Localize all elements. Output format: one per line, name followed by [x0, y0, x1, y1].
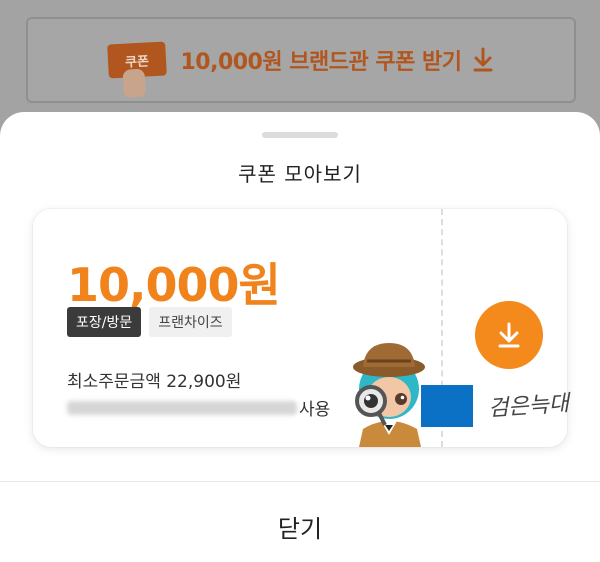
sheet-drag-handle[interactable]	[262, 132, 338, 138]
sheet-title: 쿠폰 모아보기	[238, 162, 362, 186]
validity-suffix: 사용	[299, 400, 331, 420]
brand-coupon-banner[interactable]: 쿠폰 10,000원 브랜드관 쿠폰 받기	[26, 17, 576, 103]
watermark-square	[421, 385, 473, 427]
close-button[interactable]: 닫기	[240, 504, 360, 548]
coupon-amount: 10,000원	[67, 258, 281, 312]
coupon-tag-icon: 쿠폰	[107, 41, 168, 98]
banner-text: 10,000원 브랜드관 쿠폰 받기	[180, 50, 462, 75]
download-icon	[473, 47, 493, 72]
detective-mascot-icon	[353, 343, 425, 447]
download-icon	[498, 322, 520, 348]
coupon-tags: 포장/방문 프랜차이즈	[67, 307, 232, 337]
coupon-card: 10,000원 포장/방문 프랜차이즈 최소주문금액 22,900원 사용	[33, 209, 567, 447]
coupon-bottom-sheet: 쿠폰 모아보기 10,000원 포장/방문 프랜차이즈 최소주문금액 22,90…	[0, 112, 600, 562]
blurred-dates	[67, 400, 297, 415]
tag-franchise: 프랜차이즈	[149, 307, 232, 337]
min-order-amount: 최소주문금액 22,900원	[67, 372, 242, 392]
coupon-download-button[interactable]	[475, 301, 543, 369]
watermark-signature: 검은늑대	[487, 391, 570, 422]
coupon-tag-label: 쿠폰	[125, 53, 150, 71]
footer-divider	[0, 481, 600, 482]
validity-period: 사용	[67, 395, 330, 420]
hand-icon	[122, 68, 147, 98]
tag-pickup: 포장/방문	[67, 307, 142, 337]
